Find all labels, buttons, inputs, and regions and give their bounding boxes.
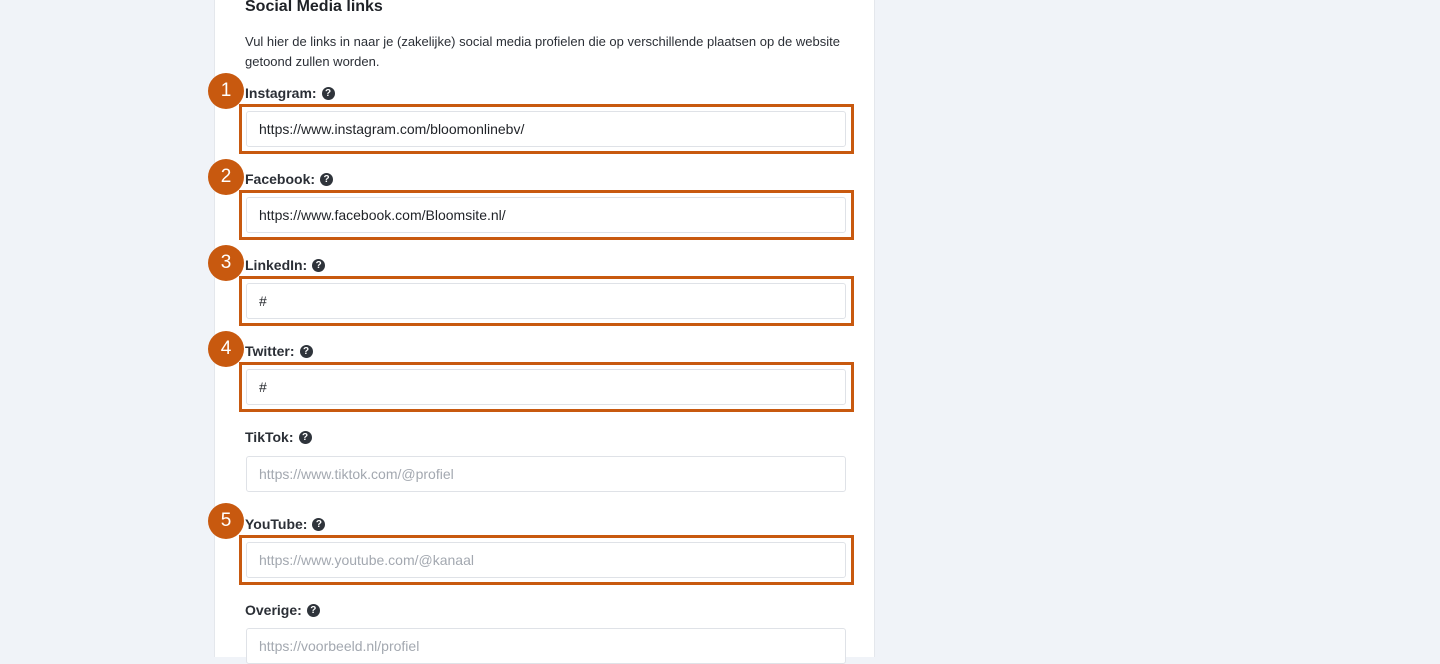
linkedin-label-text: LinkedIn: bbox=[245, 257, 308, 273]
youtube-label-text: YouTube: bbox=[245, 516, 308, 532]
linkedin-input[interactable] bbox=[246, 283, 846, 319]
help-icon[interactable]: ? bbox=[298, 430, 312, 444]
help-icon[interactable]: ? bbox=[321, 86, 335, 100]
overige-label-text: Overige: bbox=[245, 602, 302, 618]
help-icon[interactable]: ? bbox=[320, 172, 334, 186]
twitter-input[interactable] bbox=[246, 369, 846, 405]
step-badge-2: 2 bbox=[208, 159, 244, 195]
tiktok-label-text: TikTok: bbox=[245, 429, 294, 445]
tiktok-input[interactable] bbox=[246, 456, 846, 492]
tiktok-label: TikTok: ? bbox=[245, 428, 312, 446]
help-icon[interactable]: ? bbox=[312, 258, 326, 272]
help-icon[interactable]: ? bbox=[299, 344, 313, 358]
instagram-input[interactable] bbox=[246, 111, 846, 147]
youtube-input[interactable] bbox=[246, 542, 846, 578]
instagram-label: Instagram: ? bbox=[245, 84, 335, 102]
help-icon[interactable]: ? bbox=[312, 517, 326, 531]
overige-input[interactable] bbox=[246, 628, 846, 664]
section-title: Social Media links bbox=[245, 0, 383, 15]
overige-label: Overige: ? bbox=[245, 601, 320, 619]
step-badge-4: 4 bbox=[208, 331, 244, 367]
facebook-input[interactable] bbox=[246, 197, 846, 233]
linkedin-label: LinkedIn: ? bbox=[245, 256, 326, 274]
help-icon[interactable]: ? bbox=[306, 603, 320, 617]
youtube-label: YouTube: ? bbox=[245, 515, 326, 533]
section-description: Vul hier de links in naar je (zakelijke)… bbox=[245, 34, 840, 69]
twitter-label-text: Twitter: bbox=[245, 343, 295, 359]
instagram-label-text: Instagram: bbox=[245, 85, 317, 101]
facebook-label: Facebook: ? bbox=[245, 170, 334, 188]
twitter-label: Twitter: ? bbox=[245, 342, 313, 360]
step-badge-5: 5 bbox=[208, 503, 244, 539]
step-badge-1: 1 bbox=[208, 73, 244, 109]
step-badge-3: 3 bbox=[208, 245, 244, 281]
facebook-label-text: Facebook: bbox=[245, 171, 316, 187]
